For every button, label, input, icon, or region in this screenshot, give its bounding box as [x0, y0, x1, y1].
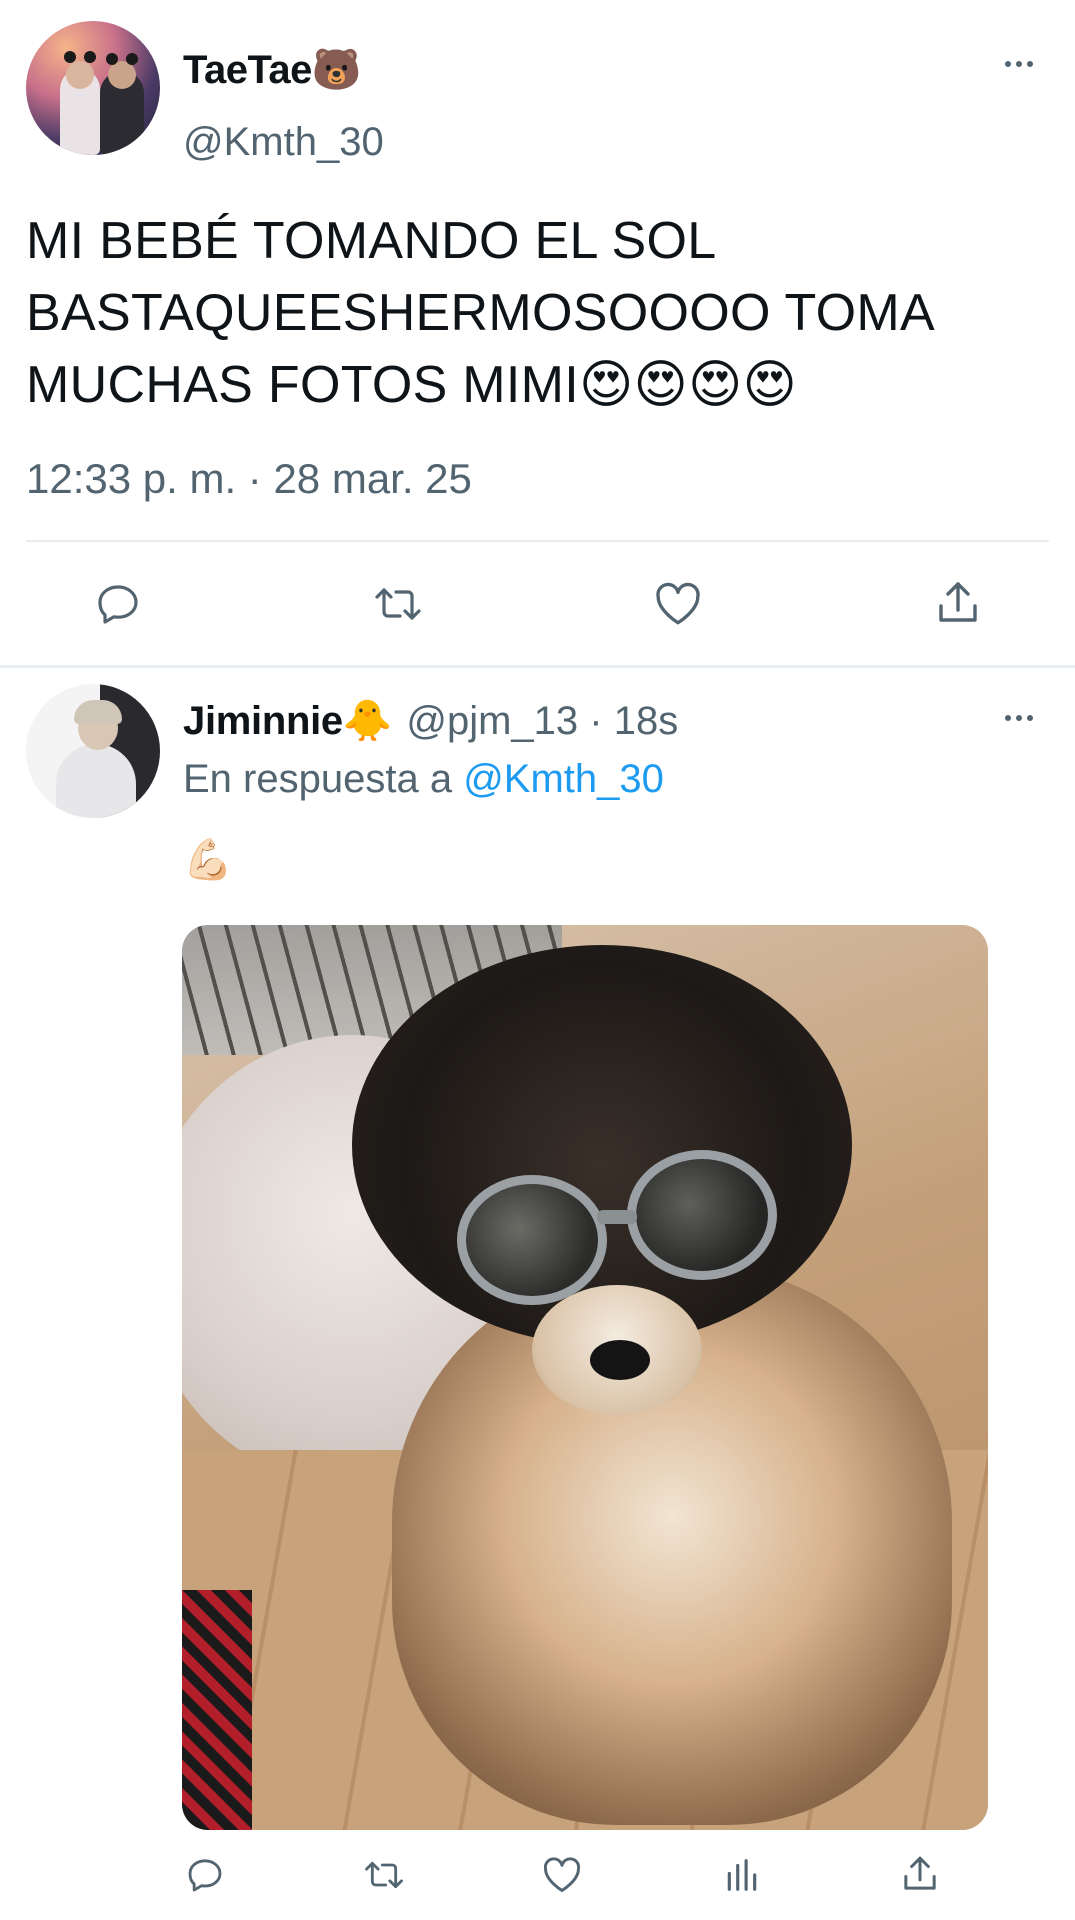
- reply-header: Jiminnie🐥 @pjm_13 · 18s: [183, 697, 678, 744]
- more-options-icon[interactable]: [999, 708, 1039, 728]
- author-handle[interactable]: @Kmth_30: [183, 120, 384, 165]
- retweet-icon: [375, 588, 421, 620]
- reply-context: En respuesta a @Kmth_30: [183, 757, 664, 802]
- more-options-icon[interactable]: [999, 54, 1039, 74]
- share-button[interactable]: [928, 575, 988, 631]
- like-button[interactable]: [648, 578, 708, 630]
- retweet-button[interactable]: [366, 578, 430, 630]
- reply-author-avatar[interactable]: [26, 684, 160, 818]
- retweet-button[interactable]: [358, 1852, 410, 1898]
- divider: [26, 540, 1049, 542]
- divider: [0, 665, 1075, 668]
- author-avatar[interactable]: [26, 21, 160, 155]
- reply-author-name[interactable]: Jiminnie🐥: [183, 699, 393, 743]
- mention-link[interactable]: @Kmth_30: [463, 757, 664, 801]
- reply-prefix: En respuesta a: [183, 757, 464, 801]
- share-icon: [904, 1856, 936, 1890]
- tweet-timestamp[interactable]: 12:33 p. m. · 28 mar. 25: [26, 455, 472, 503]
- share-button[interactable]: [894, 1850, 946, 1898]
- reply-author-meta: @pjm_13 · 18s: [406, 699, 679, 743]
- like-icon: [543, 1857, 581, 1893]
- tweet-photo[interactable]: [182, 925, 988, 1830]
- tweet-text: MI BEBÉ TOMANDO EL SOL BASTAQUEESHERMOSO…: [26, 212, 933, 414]
- author-name[interactable]: TaeTae🐻: [183, 46, 362, 93]
- reply-icon: [98, 585, 138, 624]
- analytics-icon: [727, 1859, 757, 1891]
- reply-button[interactable]: [180, 1852, 230, 1898]
- like-button[interactable]: [536, 1852, 588, 1898]
- reply-button[interactable]: [88, 578, 148, 630]
- like-icon: [656, 582, 700, 625]
- reply-text: 💪🏻: [183, 838, 233, 882]
- retweet-icon: [365, 1861, 403, 1889]
- analytics-button[interactable]: [716, 1852, 768, 1898]
- reply-icon: [188, 1859, 222, 1892]
- share-icon: [939, 582, 977, 622]
